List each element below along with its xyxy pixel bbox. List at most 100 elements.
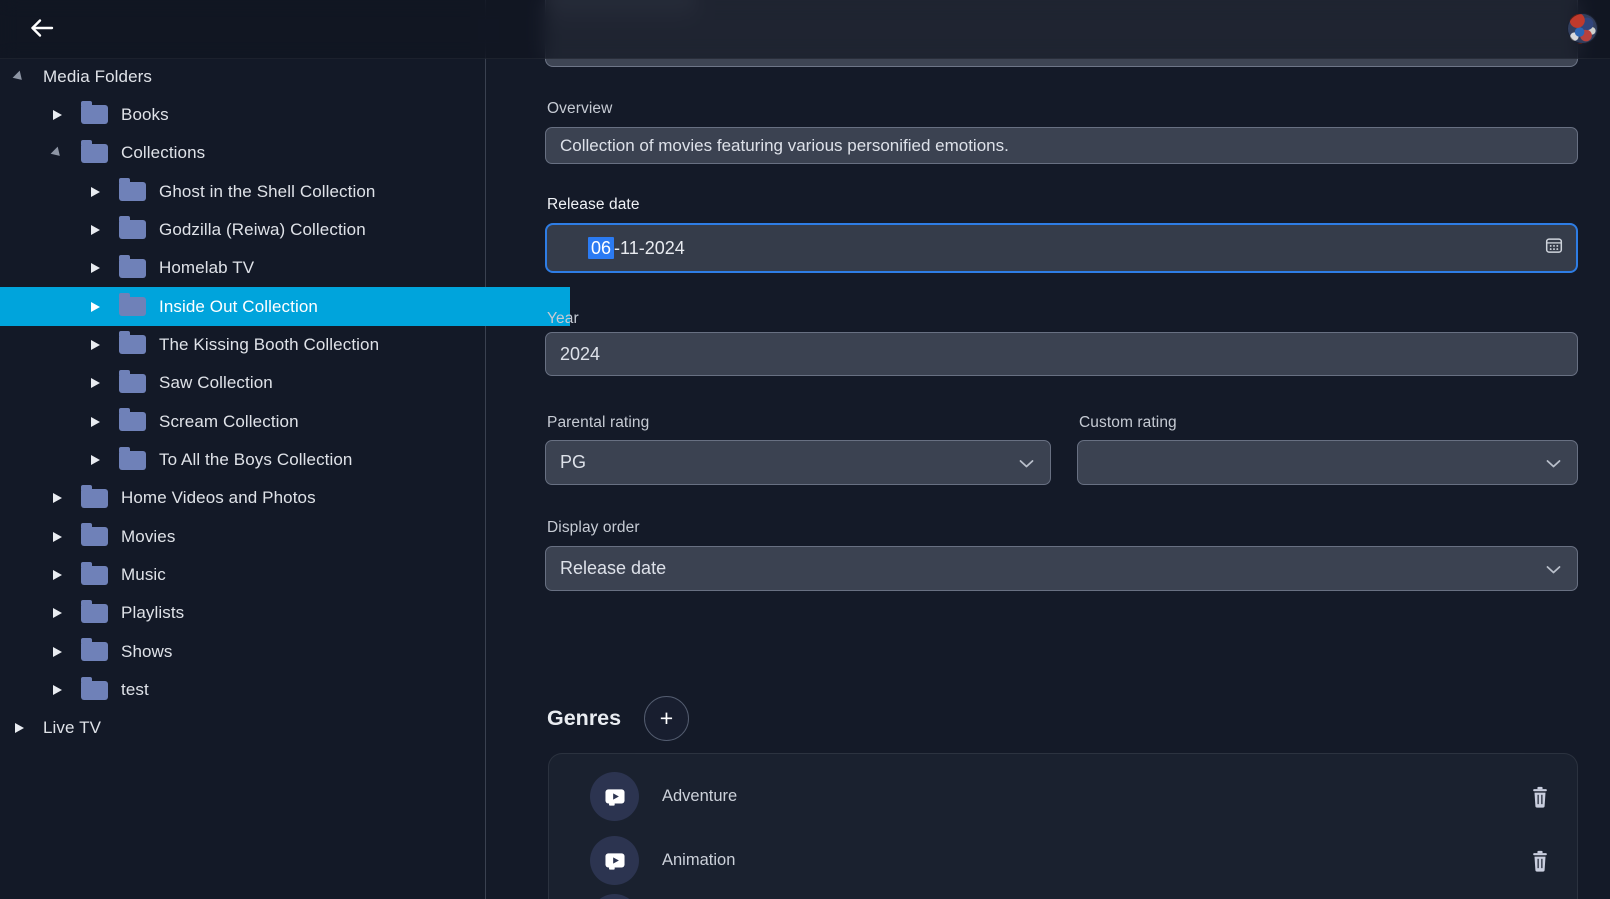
folder-icon xyxy=(81,144,108,163)
tree-item-books[interactable]: Books xyxy=(0,95,532,134)
folder-icon xyxy=(81,566,108,585)
back-button[interactable] xyxy=(26,15,56,43)
folder-icon xyxy=(119,374,146,393)
caret-collapsed-icon[interactable] xyxy=(85,225,105,235)
custom-rating-select[interactable] xyxy=(1077,440,1578,485)
caret-collapsed-icon[interactable] xyxy=(47,570,67,580)
tree-item-saw-collection[interactable]: Saw Collection xyxy=(0,364,570,403)
folder-icon xyxy=(81,105,108,124)
video-icon xyxy=(602,784,628,810)
tree-item-homelab-tv[interactable]: Homelab TV xyxy=(0,249,570,288)
caret-collapsed-icon[interactable] xyxy=(85,302,105,312)
tree-item-label: Playlists xyxy=(121,603,184,623)
caret-collapsed-icon[interactable] xyxy=(85,340,105,350)
display-order-value: Release date xyxy=(560,558,666,579)
folder-icon xyxy=(119,451,146,470)
overview-value: Collection of movies featuring various p… xyxy=(560,136,1009,156)
tree-item-label: Home Videos and Photos xyxy=(121,488,316,508)
caret-collapsed-icon[interactable] xyxy=(47,532,67,542)
tree-item-movies[interactable]: Movies xyxy=(0,517,532,556)
delete-genre-button[interactable] xyxy=(1531,850,1549,872)
folder-icon xyxy=(81,681,108,700)
caret-collapsed-icon[interactable] xyxy=(47,493,67,503)
overview-input[interactable]: Collection of movies featuring various p… xyxy=(545,127,1578,164)
tree-item-to-all-the-boys-collection[interactable]: To All the Boys Collection xyxy=(0,441,570,480)
genre-item-label: Adventure xyxy=(662,772,737,821)
tree-item-test[interactable]: test xyxy=(0,671,532,710)
tree-item-music[interactable]: Music xyxy=(0,556,532,595)
arrow-left-icon xyxy=(28,17,54,42)
folder-icon xyxy=(119,335,146,354)
chevron-down-icon xyxy=(1546,558,1561,579)
folder-icon xyxy=(81,527,108,546)
folder-icon xyxy=(81,642,108,661)
caret-collapsed-icon[interactable] xyxy=(85,263,105,273)
release-date-label: Release date xyxy=(547,196,640,214)
tree-item-ghost-in-the-shell-collection[interactable]: Ghost in the Shell Collection xyxy=(0,172,570,211)
folder-icon xyxy=(119,297,146,316)
tree-item-inside-out-collection[interactable]: Inside Out Collection xyxy=(0,287,570,326)
tree-item-label: Media Folders xyxy=(43,67,152,87)
tree-item-home-videos-and-photos[interactable]: Home Videos and Photos xyxy=(0,479,532,518)
overview-label: Overview xyxy=(547,100,612,118)
caret-collapsed-icon[interactable] xyxy=(47,110,67,120)
add-genre-button[interactable]: + xyxy=(644,696,689,741)
genre-item-label: Animation xyxy=(662,836,735,885)
parental-rating-label: Parental rating xyxy=(547,414,649,432)
genre-avatar xyxy=(590,772,639,821)
tree-item-label: Live TV xyxy=(43,718,101,738)
genres-list: Adventure Animation xyxy=(548,753,1578,899)
tree-item-the-kissing-booth-collection[interactable]: The Kissing Booth Collection xyxy=(0,325,570,364)
tree-item-label: Saw Collection xyxy=(159,373,273,393)
year-input[interactable]: 2024 xyxy=(545,332,1578,376)
calendar-icon[interactable] xyxy=(1545,237,1563,260)
date-rest: -11-2024 xyxy=(614,238,685,258)
caret-expanded-icon[interactable] xyxy=(9,72,29,82)
caret-collapsed-icon[interactable] xyxy=(47,647,67,657)
caret-collapsed-icon[interactable] xyxy=(47,685,67,695)
tree-item-label: Inside Out Collection xyxy=(159,297,318,317)
tree-item-playlists[interactable]: Playlists xyxy=(0,594,532,633)
user-avatar-button[interactable] xyxy=(1567,13,1598,44)
folder-icon xyxy=(81,604,108,623)
custom-rating-label: Custom rating xyxy=(1079,414,1177,432)
trash-icon xyxy=(1531,786,1549,808)
caret-collapsed-icon[interactable] xyxy=(9,723,29,733)
tree-item-collections[interactable]: Collections xyxy=(0,134,532,173)
genre-avatar xyxy=(590,836,639,885)
media-folder-tree: Media FoldersBooksCollectionsGhost in th… xyxy=(0,0,486,899)
display-order-label: Display order xyxy=(547,519,640,537)
caret-collapsed-icon[interactable] xyxy=(85,455,105,465)
year-value: 2024 xyxy=(560,344,600,365)
tree-item-live-tv[interactable]: Live TV xyxy=(0,709,494,748)
genres-heading: Genres xyxy=(547,706,621,731)
tree-item-label: test xyxy=(121,680,149,700)
folder-icon xyxy=(119,259,146,278)
tree-item-label: Music xyxy=(121,565,166,585)
tree-item-label: The Kissing Booth Collection xyxy=(159,335,379,355)
tree-item-godzilla-reiwa-collection[interactable]: Godzilla (Reiwa) Collection xyxy=(0,210,570,249)
tree-item-label: Shows xyxy=(121,642,173,662)
tree-item-shows[interactable]: Shows xyxy=(0,632,532,671)
tree-item-scream-collection[interactable]: Scream Collection xyxy=(0,402,570,441)
chevron-down-icon xyxy=(1546,452,1561,473)
release-date-input[interactable]: 06-11-2024 xyxy=(545,223,1578,273)
caret-collapsed-icon[interactable] xyxy=(85,187,105,197)
folder-icon xyxy=(119,412,146,431)
display-order-select[interactable]: Release date xyxy=(545,546,1578,591)
parental-rating-value: PG xyxy=(560,452,586,473)
tree-item-label: Ghost in the Shell Collection xyxy=(159,182,375,202)
folder-icon xyxy=(81,489,108,508)
genre-avatar-partial xyxy=(590,894,639,899)
caret-collapsed-icon[interactable] xyxy=(85,417,105,427)
tree-item-label: Godzilla (Reiwa) Collection xyxy=(159,220,366,240)
caret-collapsed-icon[interactable] xyxy=(85,378,105,388)
parental-rating-select[interactable]: PG xyxy=(545,440,1051,485)
caret-collapsed-icon[interactable] xyxy=(47,608,67,618)
folder-icon xyxy=(119,182,146,201)
chevron-down-icon xyxy=(1019,452,1034,473)
tree-item-media-folders[interactable]: Media Folders xyxy=(0,57,494,96)
caret-expanded-icon[interactable] xyxy=(47,148,67,158)
delete-genre-button[interactable] xyxy=(1531,786,1549,808)
tree-item-label: Books xyxy=(121,105,169,125)
